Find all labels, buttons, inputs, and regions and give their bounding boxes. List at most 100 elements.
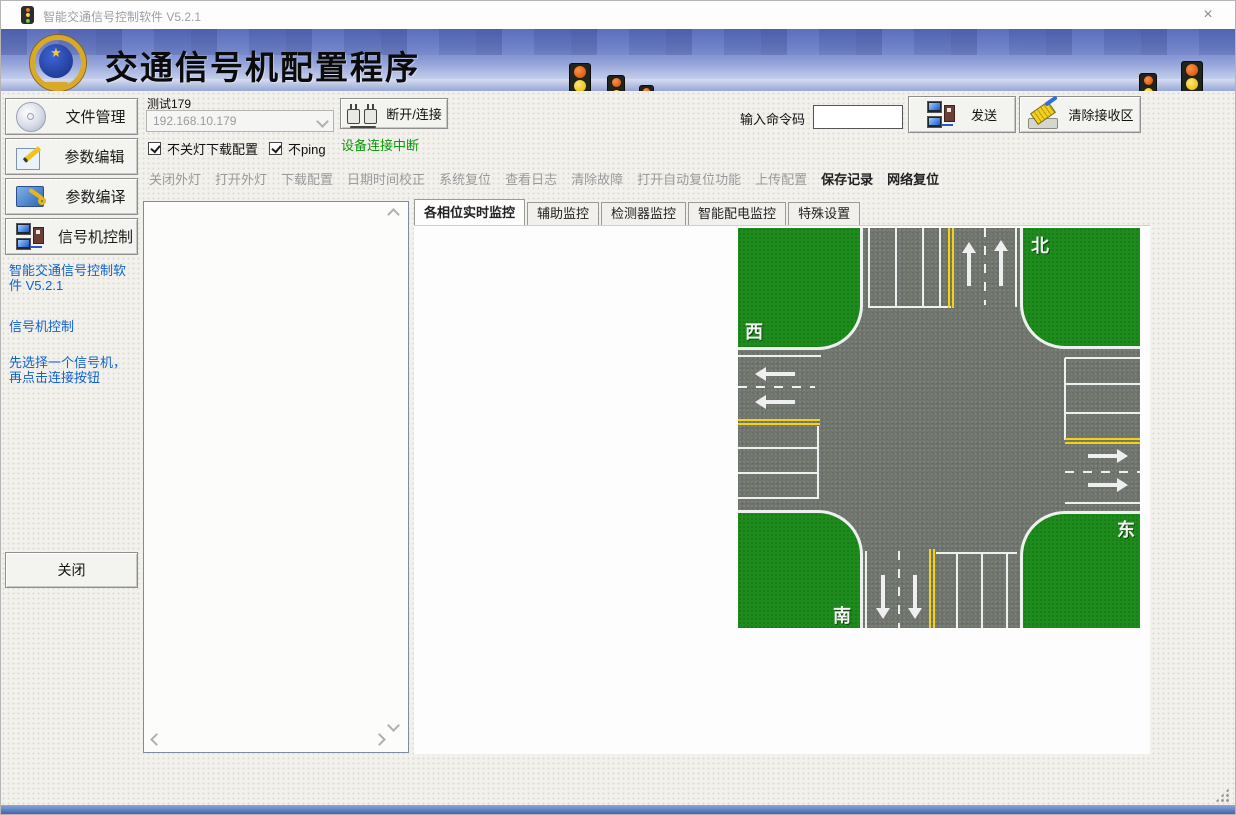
connect-disconnect-button[interactable]: 断开/连接 [340,98,448,129]
resize-grip[interactable] [1215,788,1229,802]
file-management-label: 文件管理 [54,106,137,127]
tab-special-settings[interactable]: 特殊设置 [788,202,860,225]
center-double-yellow [1065,438,1140,444]
menu-item-network-reset[interactable]: 网络复位 [887,169,939,188]
receive-area-listbox[interactable] [143,201,409,753]
parameter-edit-label: 参数编辑 [52,146,137,167]
arrow-right [1088,449,1128,463]
center-double-yellow [948,228,954,308]
command-code-input[interactable] [813,105,903,129]
edge-line [1015,228,1017,307]
app-window: 智能交通信号控制软件 V5.2.1 × ★ 交通信号机配置程序 文件管理 [0,0,1236,815]
signal-control-button[interactable]: 信号机控制 [5,218,138,255]
scroll-up-icon[interactable] [387,208,400,221]
menu-item-download-config[interactable]: 下载配置 [281,169,333,188]
menu-item-open-outer-lights[interactable]: 打开外灯 [215,169,267,188]
menu-item-close-outer-lights[interactable]: 关闭外灯 [149,169,201,188]
send-label: 发送 [971,105,997,124]
no-ping-checkbox[interactable]: 不ping [269,139,326,158]
edge-line [865,551,867,628]
crosswalk-line [738,472,818,474]
parameter-edit-button[interactable]: 参数编辑 [5,138,138,175]
menu-item-clear-fault[interactable]: 清除故障 [571,169,623,188]
scroll-right-icon[interactable] [373,733,386,746]
arrow-right [1088,478,1128,492]
tab-detector-monitor[interactable]: 检测器监控 [601,202,686,225]
tab-power-monitor[interactable]: 智能配电监控 [688,202,786,225]
crosswalk-line [981,553,983,628]
ip-value: 192.168.10.179 [153,114,236,128]
close-icon[interactable]: × [1197,4,1219,26]
title-bar: 智能交通信号控制软件 V5.2.1 × [1,1,1235,30]
scroll-left-icon[interactable] [150,733,163,746]
window-title: 智能交通信号控制软件 V5.2.1 [43,8,201,25]
label-north: 北 [1031,232,1049,258]
tab-aux-monitor[interactable]: 辅助监控 [527,202,599,225]
signal-controller-icon [16,223,46,251]
edge-line [1065,502,1140,504]
crosswalk-line [1064,358,1066,440]
connection-status-text: 设备连接中断 [341,135,419,154]
monitor-tabstrip: 各相位实时监控 辅助监控 检测器监控 智能配电监控 特殊设置 [414,200,862,225]
compile-icon [16,184,46,210]
arrow-left [755,367,795,381]
crosswalk-line [956,553,958,628]
connect-label: 断开/连接 [386,104,442,123]
no-light-off-label: 不关灯下载配置 [167,139,258,158]
command-code-label: 输入命令码 [740,109,805,128]
lane-dash [738,386,815,388]
menu-item-system-reset[interactable]: 系统复位 [439,169,491,188]
file-management-button[interactable]: 文件管理 [5,98,138,135]
lane-dash [1065,471,1140,473]
plug-icon [346,101,380,127]
lane-dash [898,551,900,628]
bottom-status-bar [1,805,1235,814]
sidebar-mode-text: 信号机控制 [9,319,136,334]
clear-receive-button[interactable]: 清除接收区 [1019,96,1141,133]
parameter-compile-button[interactable]: 参数编译 [5,178,138,215]
send-button[interactable]: 发送 [908,96,1016,133]
crosswalk-line [1006,553,1008,628]
broom-icon [1026,101,1060,129]
crosswalk-line [895,228,897,307]
scroll-down-icon[interactable] [387,719,400,732]
no-ping-label: 不ping [288,139,326,158]
stop-line [868,306,951,308]
crosswalk-line [1065,383,1140,385]
ip-combobox[interactable]: 192.168.10.179 [146,110,334,132]
police-badge-icon: ★ [27,32,85,90]
sidebar-hint-text: 先选择一个信号机，再点击连接按钮 [9,355,136,385]
badge-star-icon: ★ [27,46,85,59]
label-west: 西 [745,318,763,344]
close-button[interactable]: 关闭 [5,552,138,588]
cd-icon [16,102,46,132]
crosswalk-line [817,426,819,499]
arrow-up [994,240,1008,286]
banner-title: 交通信号机配置程序 [105,41,420,89]
menu-item-save-record[interactable]: 保存记录 [821,169,873,188]
checkbox-checked-icon[interactable] [148,142,161,155]
arrow-up [962,242,976,286]
menu-item-auto-reset[interactable]: 打开自动复位功能 [637,169,741,188]
tab-phase-realtime-monitor[interactable]: 各相位实时监控 [414,199,525,225]
arrow-down [908,575,922,619]
menu-item-upload-config[interactable]: 上传配置 [755,169,807,188]
menu-item-datetime-correct[interactable]: 日期时间校正 [347,169,425,188]
crosswalk-line [922,228,924,307]
traffic-light-icon [1181,61,1203,91]
label-east: 东 [1117,516,1135,542]
sidebar-version-text: 智能交通信号控制软件 V5.2.1 [9,263,136,293]
traffic-light-icon [569,63,591,91]
traffic-light-icon [21,6,34,24]
no-light-off-checkbox[interactable]: 不关灯下载配置 [148,139,258,158]
crosswalk-line [1065,412,1140,414]
checkbox-checked-icon[interactable] [269,142,282,155]
edit-icon [16,144,44,170]
arrow-down [876,575,890,619]
menu-item-view-log[interactable]: 查看日志 [505,169,557,188]
crosswalk-line [738,497,818,499]
command-menu-bar: 关闭外灯 打开外灯 下载配置 日期时间校正 系统复位 查看日志 清除故障 打开自… [149,169,939,188]
traffic-light-icon [639,85,654,91]
tab-content-panel: 西 北 南 东 [414,225,1150,754]
signal-control-label: 信号机控制 [54,226,137,247]
